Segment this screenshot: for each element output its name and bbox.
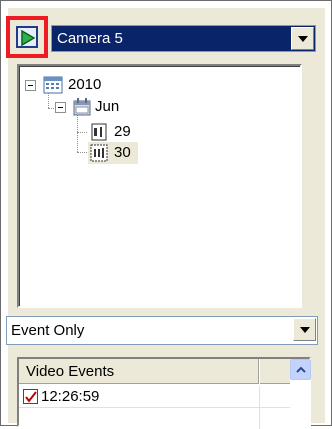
- tree-node-year[interactable]: 2010: [19, 74, 159, 96]
- event-filter-value: Event Only: [11, 322, 85, 339]
- event-checkbox[interactable]: [23, 389, 38, 404]
- day-icon: [90, 144, 108, 162]
- chevron-down-icon: [300, 327, 310, 333]
- column-header-video-events[interactable]: Video Events: [19, 359, 259, 384]
- tree-node-day[interactable]: 29: [19, 121, 159, 143]
- tree-node-month[interactable]: Jun: [19, 96, 159, 118]
- tree-year-label: 2010: [68, 76, 102, 93]
- event-filter-dropdown-button[interactable]: [293, 318, 316, 341]
- collapse-icon[interactable]: [25, 80, 36, 91]
- play-button-highlight: [6, 16, 48, 58]
- tree-day-label: 30: [114, 144, 131, 161]
- camera-select-value: Camera 5: [57, 30, 123, 47]
- event-filter-select[interactable]: Event Only: [6, 316, 318, 345]
- play-icon: [21, 30, 35, 46]
- play-button[interactable]: [16, 26, 38, 48]
- camera-dropdown-button[interactable]: [291, 27, 314, 50]
- check-icon: [25, 391, 37, 403]
- calendar-icon: [43, 76, 63, 94]
- scroll-up-button[interactable]: [290, 359, 311, 380]
- camera-select[interactable]: Camera 5: [51, 25, 316, 52]
- tree-node-day-selected[interactable]: 30: [19, 142, 159, 164]
- video-events-list[interactable]: Video Events 12:26:59: [17, 357, 311, 429]
- tree-day-label: 29: [114, 123, 131, 140]
- event-time: 12:26:59: [41, 388, 100, 405]
- window-frame: Camera 5 2010 Jun 29 30 Event Only Video…: [0, 0, 332, 429]
- tree-month-label: Jun: [95, 98, 120, 115]
- chevron-up-icon: [296, 366, 306, 373]
- date-tree[interactable]: 2010 Jun 29 30: [17, 64, 302, 308]
- collapse-icon[interactable]: [55, 102, 66, 113]
- day-icon: [91, 123, 107, 141]
- list-item[interactable]: 12:26:59: [19, 386, 290, 408]
- column-header-label: Video Events: [26, 363, 115, 380]
- calendar-month-icon: [73, 98, 91, 116]
- column-header-extra[interactable]: [260, 359, 290, 384]
- chevron-down-icon: [298, 36, 308, 42]
